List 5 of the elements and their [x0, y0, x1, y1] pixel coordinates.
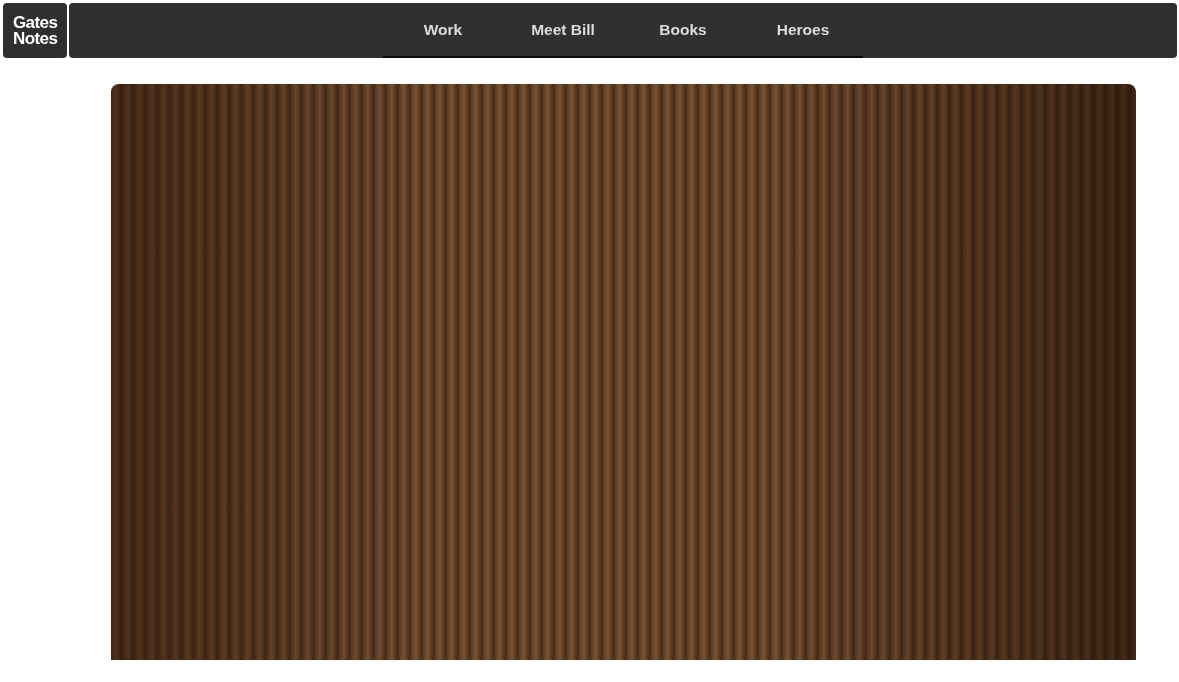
nav-link[interactable]: Work	[383, 12, 503, 47]
nav-link[interactable]: Meet Bill	[503, 12, 623, 47]
nav-link[interactable]: Heroes	[743, 12, 863, 47]
nav-link[interactable]: Books	[623, 12, 743, 47]
logo-link[interactable]: Gates Notes	[3, 3, 67, 58]
